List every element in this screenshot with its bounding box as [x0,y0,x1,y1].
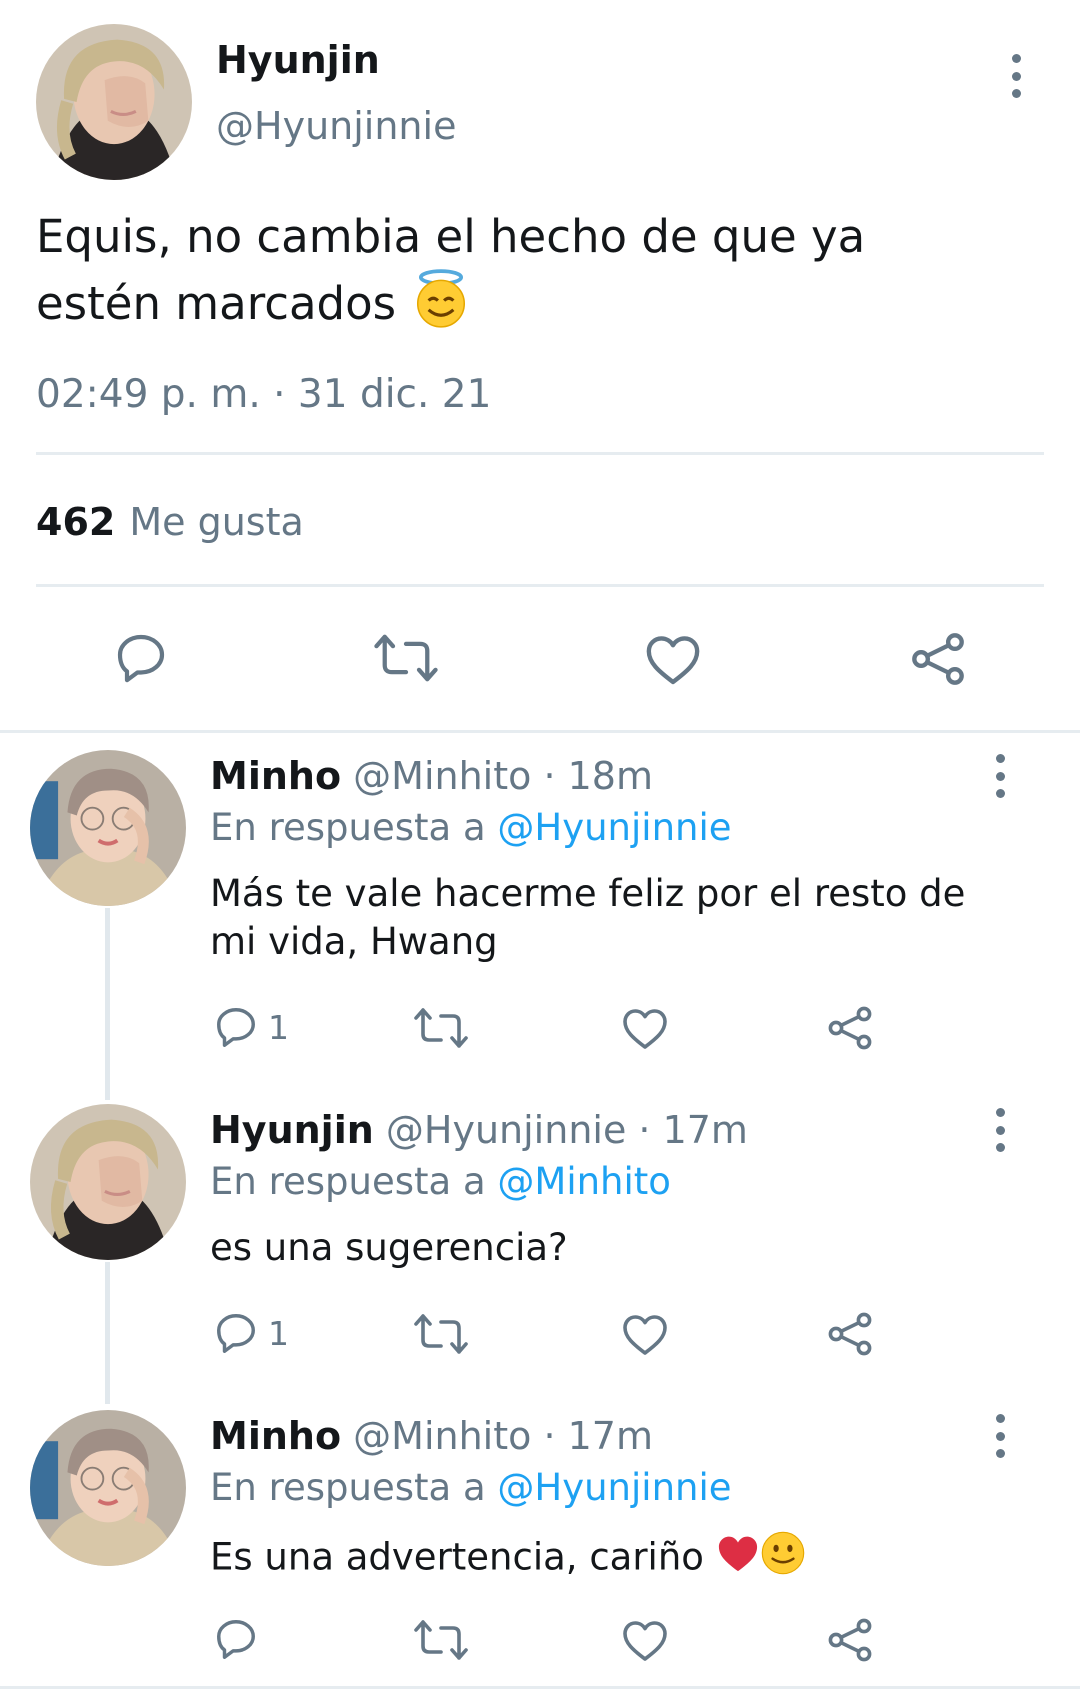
reply-to-line: En respuesta a @Hyunjinnie [210,1466,732,1509]
share-icon [826,1310,874,1358]
reply-reply-button[interactable]: 1 [212,1310,289,1356]
reply-count: 1 [268,1313,289,1353]
reply-author-name[interactable]: Hyunjin [210,1108,374,1152]
reply-text: Más te vale hacerme feliz por el resto d… [210,872,966,963]
reply-handle-time[interactable]: @Minhito · 17m [353,1414,653,1458]
red-heart-emoji-icon [716,1533,760,1585]
divider [0,730,1080,733]
reply-handle-time[interactable]: @Minhito · 18m [353,754,653,798]
likes-label: Me gusta [129,500,304,544]
retweet-icon [372,632,440,684]
comment-icon [212,1310,260,1356]
reply-more-options-icon[interactable] [990,1414,1010,1458]
reply-like-button[interactable] [621,1618,669,1662]
divider [36,452,1044,455]
reply-more-options-icon[interactable] [990,754,1010,798]
main-reply-button[interactable] [112,630,170,686]
divider [0,1686,1080,1689]
heart-icon [621,1312,669,1356]
comment-icon [112,630,170,686]
main-tweet-timestamp[interactable]: 02:49 p. m. · 31 dic. 21 [36,372,491,417]
reply-share-button[interactable] [826,1616,874,1664]
reply-like-button[interactable] [621,1006,669,1050]
main-author-name[interactable]: Hyunjin [216,38,380,82]
reply-share-button[interactable] [826,1310,874,1358]
reply-count: 1 [268,1007,289,1047]
reply-like-button[interactable] [621,1312,669,1356]
retweet-icon [412,1618,470,1662]
likes-summary[interactable]: 462 Me gusta [36,500,304,544]
reply-to-mention[interactable]: @Minhito [497,1160,671,1203]
reply-to-mention[interactable]: @Hyunjinnie [497,1466,731,1509]
reply-reply-button[interactable]: 1 [212,1004,289,1050]
share-icon [826,1004,874,1052]
main-author-handle[interactable]: @Hyunjinnie [216,104,456,148]
reply-text: Es una advertencia, cariño [210,1530,990,1588]
reply-retweet-button[interactable] [412,1006,470,1050]
avatar-minho[interactable] [30,1410,186,1566]
reply-to-prefix: En respuesta a [210,1160,486,1203]
comment-icon [212,1616,260,1662]
reply-handle-time[interactable]: @Hyunjinnie · 17m [386,1108,748,1152]
reply-to-prefix: En respuesta a [210,1466,486,1509]
thread-line [105,1262,110,1404]
retweet-icon [412,1312,470,1356]
reply-to-line: En respuesta a @Hyunjinnie [210,806,732,849]
heart-icon [621,1006,669,1050]
main-share-button[interactable] [908,630,968,688]
reply-author-name[interactable]: Minho [210,754,341,798]
heart-icon [644,632,702,686]
reply-retweet-button[interactable] [412,1618,470,1662]
comment-icon [212,1004,260,1050]
reply-reply-button[interactable] [212,1616,268,1662]
avatar-minho[interactable] [30,750,186,906]
reply-to-mention[interactable]: @Hyunjinnie [497,806,731,849]
reply-retweet-button[interactable] [412,1312,470,1356]
reply-to-line: En respuesta a @Minhito [210,1160,671,1203]
main-like-button[interactable] [644,632,702,686]
main-more-options-icon[interactable] [1006,54,1026,98]
slightly-smiling-face-emoji-icon [760,1530,806,1588]
reply-header: Hyunjin @Hyunjinnie · 17m [210,1108,748,1152]
reply-to-prefix: En respuesta a [210,806,486,849]
share-icon [908,630,968,688]
heart-icon [621,1618,669,1662]
retweet-icon [412,1006,470,1050]
reply-author-name[interactable]: Minho [210,1414,341,1458]
divider [36,584,1044,587]
share-icon [826,1616,874,1664]
avatar-hyunjin-main[interactable] [36,24,192,180]
thread-line [105,908,110,1100]
avatar-hyunjin[interactable] [30,1104,186,1260]
reply-text: es una sugerencia? [210,1226,568,1269]
innocent-face-emoji-icon [410,268,472,346]
likes-count: 462 [36,500,116,544]
reply-body: Es una advertencia, cariño [210,1535,704,1579]
reply-header: Minho @Minhito · 18m [210,754,653,798]
reply-header: Minho @Minhito · 17m [210,1414,653,1458]
main-tweet-text: Equis, no cambia el hecho de que ya esté… [36,206,936,346]
reply-more-options-icon[interactable] [990,1108,1010,1152]
reply-share-button[interactable] [826,1004,874,1052]
main-retweet-button[interactable] [372,632,440,684]
